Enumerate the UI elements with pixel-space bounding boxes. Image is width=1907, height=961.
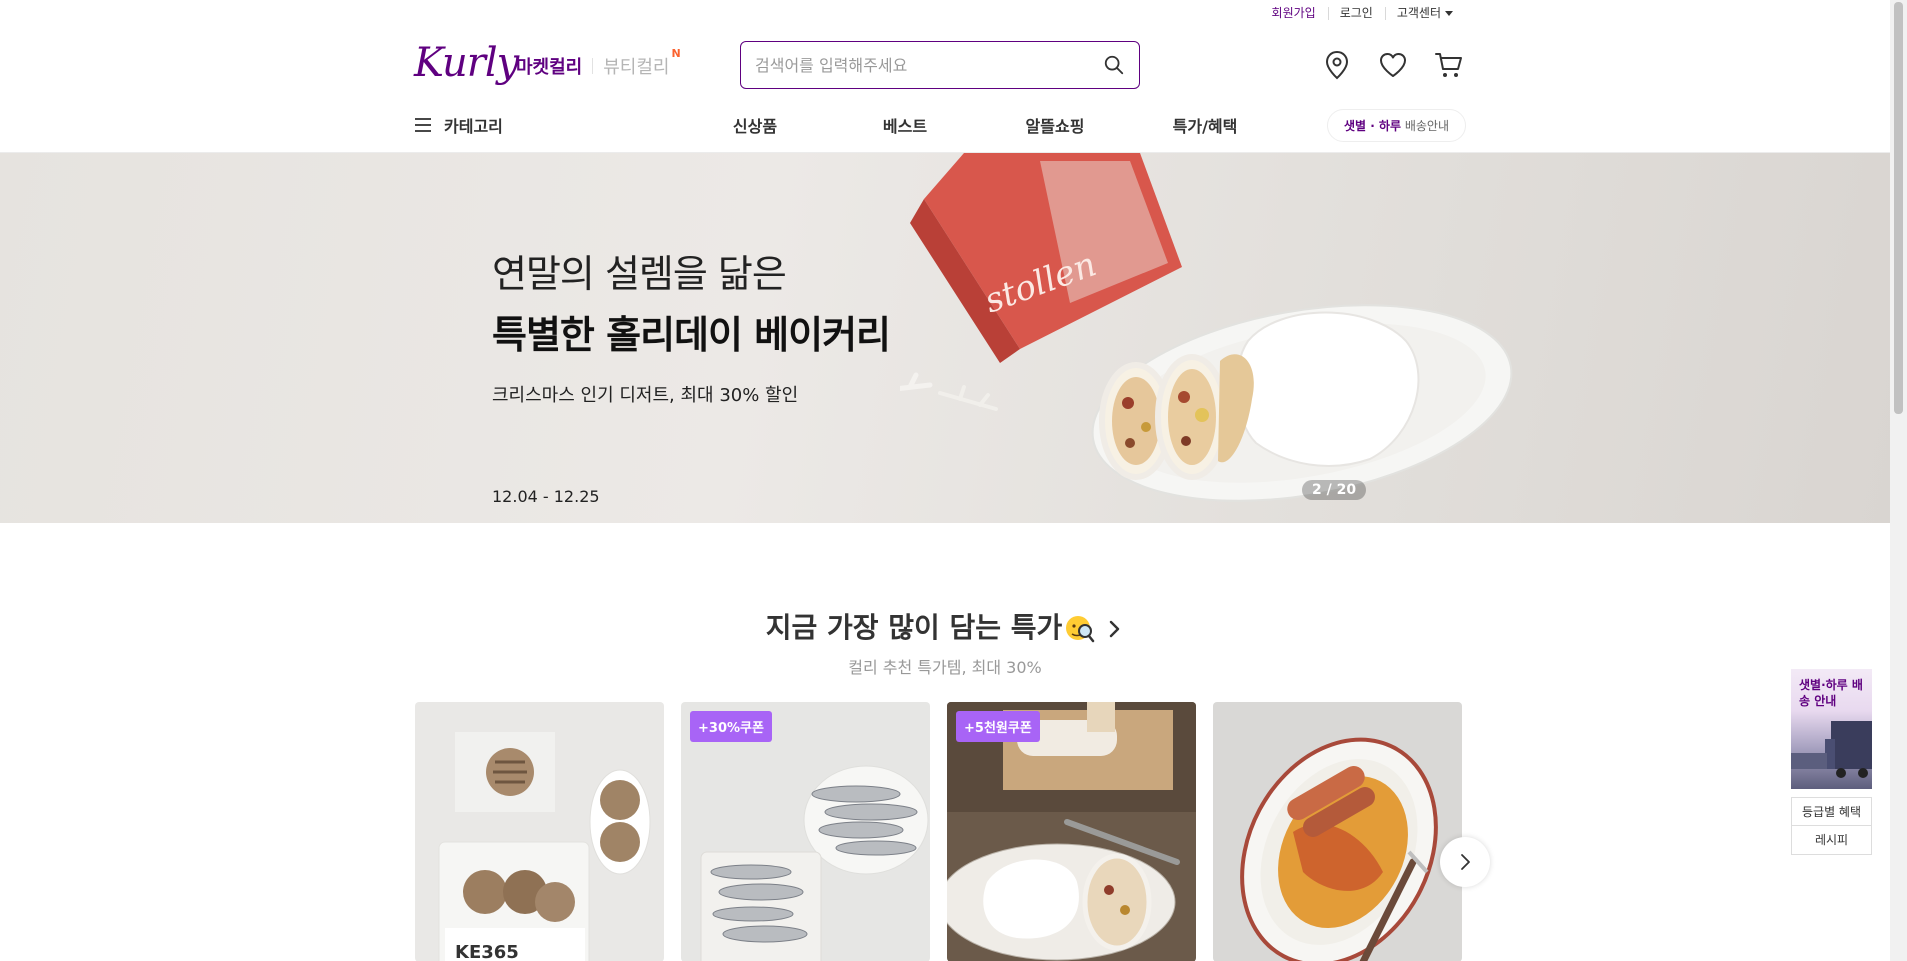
tab-beauty-kurly[interactable]: 뷰티컬리N (603, 47, 680, 79)
product-card[interactable]: +30%쿠폰 (681, 702, 930, 961)
location-icon[interactable] (1320, 48, 1354, 82)
chevron-right-icon (1110, 620, 1120, 638)
main-banner[interactable]: stollen 연말의 설렘을 닮은 특별한 홀리데이 베이커리 크리스마스 인… (0, 153, 1890, 523)
customer-center-menu[interactable]: 고객센터 (1384, 4, 1465, 21)
truck-illustration (1791, 721, 1872, 778)
banner-headline-1: 연말의 설렘을 닮은 (492, 252, 787, 296)
coupon-badge: +30%쿠폰 (690, 711, 772, 742)
product-label: KE365 (455, 942, 519, 961)
search-box (740, 41, 1140, 89)
side-link-recipes[interactable]: 레시피 (1791, 826, 1872, 855)
product-card[interactable]: KE365 (415, 702, 664, 961)
signup-link[interactable]: 회원가입 (1260, 4, 1328, 21)
coupon-badge: +5천원쿠폰 (956, 711, 1040, 742)
top-utility-bar: 회원가입 로그인 고객센터 (1260, 4, 1465, 21)
magnifier-face-emoji-icon (1066, 616, 1095, 643)
page: 회원가입 로그인 고객센터 Kurly 마켓컬리 뷰티컬리N 검색어를 입력해주… (0, 0, 1907, 961)
carousel-next-button[interactable] (1440, 837, 1490, 887)
product-carousel: KE365 +30%쿠폰 +5천원쿠폰 (415, 702, 1465, 961)
global-nav: 카테고리 신상품 베스트 알뜰쇼핑 특가/혜택 샛별 · 하루 배송안내 (414, 104, 1466, 146)
side-link-grade-benefits[interactable]: 등급별 혜택 (1791, 797, 1872, 826)
stollen-illustration: stollen (900, 153, 1513, 502)
section-title-text: 지금 가장 많이 담는 특가 (765, 611, 1063, 644)
new-badge: N (671, 47, 681, 60)
header: Kurly 마켓컬리 뷰티컬리N (414, 36, 1466, 94)
tab-market-kurly[interactable]: 마켓컬리 (516, 53, 582, 79)
product-image (1213, 702, 1462, 961)
search-input[interactable] (755, 55, 1103, 75)
cart-icon[interactable] (1432, 48, 1466, 82)
side-delivery-banner[interactable]: 샛별·하루 배송 안내 (1791, 669, 1872, 789)
section-title[interactable]: 지금 가장 많이 담는 특가 (0, 606, 1890, 646)
product-card[interactable] (1213, 702, 1462, 961)
banner-text: 연말의 설렘을 닮은 특별한 홀리데이 베이커리 크리스마스 인기 디저트, 최… (492, 243, 891, 407)
delivery-accent: 샛별 · 하루 (1343, 118, 1402, 133)
delivery-label: 배송안내 (1401, 118, 1449, 133)
category-menu-button[interactable]: 카테고리 (414, 113, 680, 137)
product-image: KE365 (415, 702, 664, 961)
delivery-info-button[interactable]: 샛별 · 하루 배송안내 (1326, 108, 1466, 142)
hamburger-menu-icon (415, 118, 431, 132)
search-icon[interactable] (1103, 54, 1125, 76)
gnb-new-products[interactable]: 신상품 (680, 113, 830, 137)
login-link[interactable]: 로그인 (1327, 4, 1385, 21)
market-tabs: 마켓컬리 뷰티컬리N (516, 47, 681, 79)
product-card[interactable]: +5천원쿠폰 (947, 702, 1196, 961)
banner-headline-2: 특별한 홀리데이 베이커리 (492, 313, 891, 357)
customer-center-label: 고객센터 (1396, 6, 1441, 20)
gnb-menu: 신상품 베스트 알뜰쇼핑 특가/혜택 (680, 113, 1280, 137)
gnb-specials[interactable]: 특가/혜택 (1130, 113, 1280, 137)
tab-beauty-label: 뷰티컬리 (603, 57, 670, 78)
section-subtitle: 컬리 추천 특가템, 최대 30% (848, 658, 1042, 677)
gnb-bargain-shopping[interactable]: 알뜰쇼핑 (980, 113, 1130, 137)
chevron-right-icon (1461, 854, 1470, 870)
banner-pager: 2 / 20 (1302, 480, 1367, 500)
heart-icon[interactable] (1376, 48, 1410, 82)
tab-divider (592, 58, 594, 74)
category-label: 카테고리 (444, 117, 503, 136)
gnb-best[interactable]: 베스트 (830, 113, 980, 137)
banner-subtitle: 크리스마스 인기 디저트, 최대 30% 할인 (492, 385, 799, 406)
side-widget: 샛별·하루 배송 안내 등급별 혜택 레시피 (1791, 669, 1872, 855)
page-scrollbar[interactable] (1890, 0, 1907, 961)
scrollbar-thumb[interactable] (1894, 2, 1903, 414)
header-icons (1320, 48, 1466, 82)
banner-date: 12.04 - 12.25 (492, 487, 600, 506)
caret-down-icon (1445, 11, 1453, 16)
kurly-logo[interactable]: Kurly (414, 40, 519, 86)
